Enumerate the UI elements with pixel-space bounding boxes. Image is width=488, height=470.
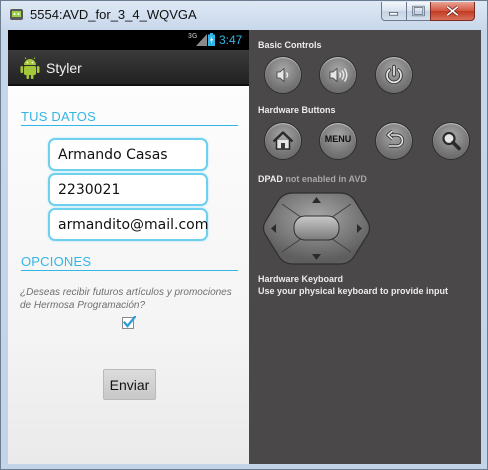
- close-button[interactable]: [430, 2, 475, 21]
- email-field[interactable]: armandito@mail.com: [48, 208, 208, 241]
- emulator-window: 5554:AVD_for_3_4_WQVGA 3G 3:47 Styler TU…: [0, 0, 488, 470]
- section-data-heading: TUS DATOS: [21, 109, 96, 124]
- emulator-app-icon: [10, 9, 23, 20]
- window-title: 5554:AVD_for_3_4_WQVGA: [30, 7, 197, 22]
- dpad-note: not enabled in AVD: [285, 174, 367, 184]
- emulator-controls: Basic Controls Hardware Buttons MENU DPA…: [249, 30, 481, 464]
- menu-button[interactable]: MENU: [319, 122, 357, 160]
- newsletter-checkbox[interactable]: [122, 316, 136, 329]
- search-icon: [442, 131, 461, 151]
- volume-up-button[interactable]: [319, 56, 357, 94]
- status-time: 3:47: [219, 33, 243, 47]
- newsletter-question: ¿Deseas recibir futuros artículos y prom…: [20, 287, 232, 311]
- app-title: Styler: [46, 60, 82, 76]
- dpad-label: DPAD not enabled in AVD: [258, 174, 367, 184]
- action-bar: Styler: [8, 50, 249, 86]
- minimize-button[interactable]: [381, 2, 407, 21]
- volume-up-icon: [329, 67, 348, 83]
- close-icon: [446, 5, 459, 17]
- send-button[interactable]: Enviar: [103, 369, 156, 400]
- home-icon: [272, 131, 294, 150]
- emulator-body: 3G 3:47 Styler TUS DATOS Armando Casas 2…: [8, 30, 481, 464]
- name-field[interactable]: Armando Casas: [48, 138, 208, 171]
- hardware-buttons-label: Hardware Buttons: [258, 105, 336, 115]
- dpad-title: DPAD: [258, 174, 283, 184]
- menu-label: MENU: [324, 134, 352, 144]
- phone-field[interactable]: 2230021: [48, 173, 208, 206]
- section-options-heading: OPCIONES: [21, 254, 92, 269]
- android-icon: [20, 57, 40, 79]
- battery-icon: [208, 33, 215, 46]
- search-button[interactable]: [432, 122, 470, 160]
- back-icon: [386, 129, 405, 148]
- dpad[interactable]: [263, 192, 370, 265]
- section-options-divider: [21, 270, 238, 271]
- home-button[interactable]: [264, 122, 302, 160]
- volume-down-button[interactable]: [264, 56, 302, 94]
- power-button[interactable]: [375, 56, 413, 94]
- maximize-icon: [412, 5, 425, 17]
- minimize-icon: [389, 12, 399, 16]
- keyboard-info: Hardware Keyboard Use your physical keyb…: [258, 273, 448, 297]
- basic-controls-label: Basic Controls: [258, 40, 322, 50]
- title-bar[interactable]: 5554:AVD_for_3_4_WQVGA: [1, 1, 487, 29]
- device-screen: 3G 3:47 Styler TUS DATOS Armando Casas 2…: [8, 30, 249, 464]
- signal-icon: [196, 34, 207, 46]
- power-icon: [385, 64, 403, 85]
- keyboard-note: Use your physical keyboard to provide in…: [258, 286, 449, 296]
- back-button[interactable]: [375, 122, 413, 160]
- volume-down-icon: [276, 67, 289, 83]
- maximize-button[interactable]: [406, 2, 431, 21]
- keyboard-label: Hardware Keyboard: [258, 274, 344, 284]
- section-data-divider: [21, 125, 238, 126]
- status-bar: 3G 3:47: [8, 30, 249, 50]
